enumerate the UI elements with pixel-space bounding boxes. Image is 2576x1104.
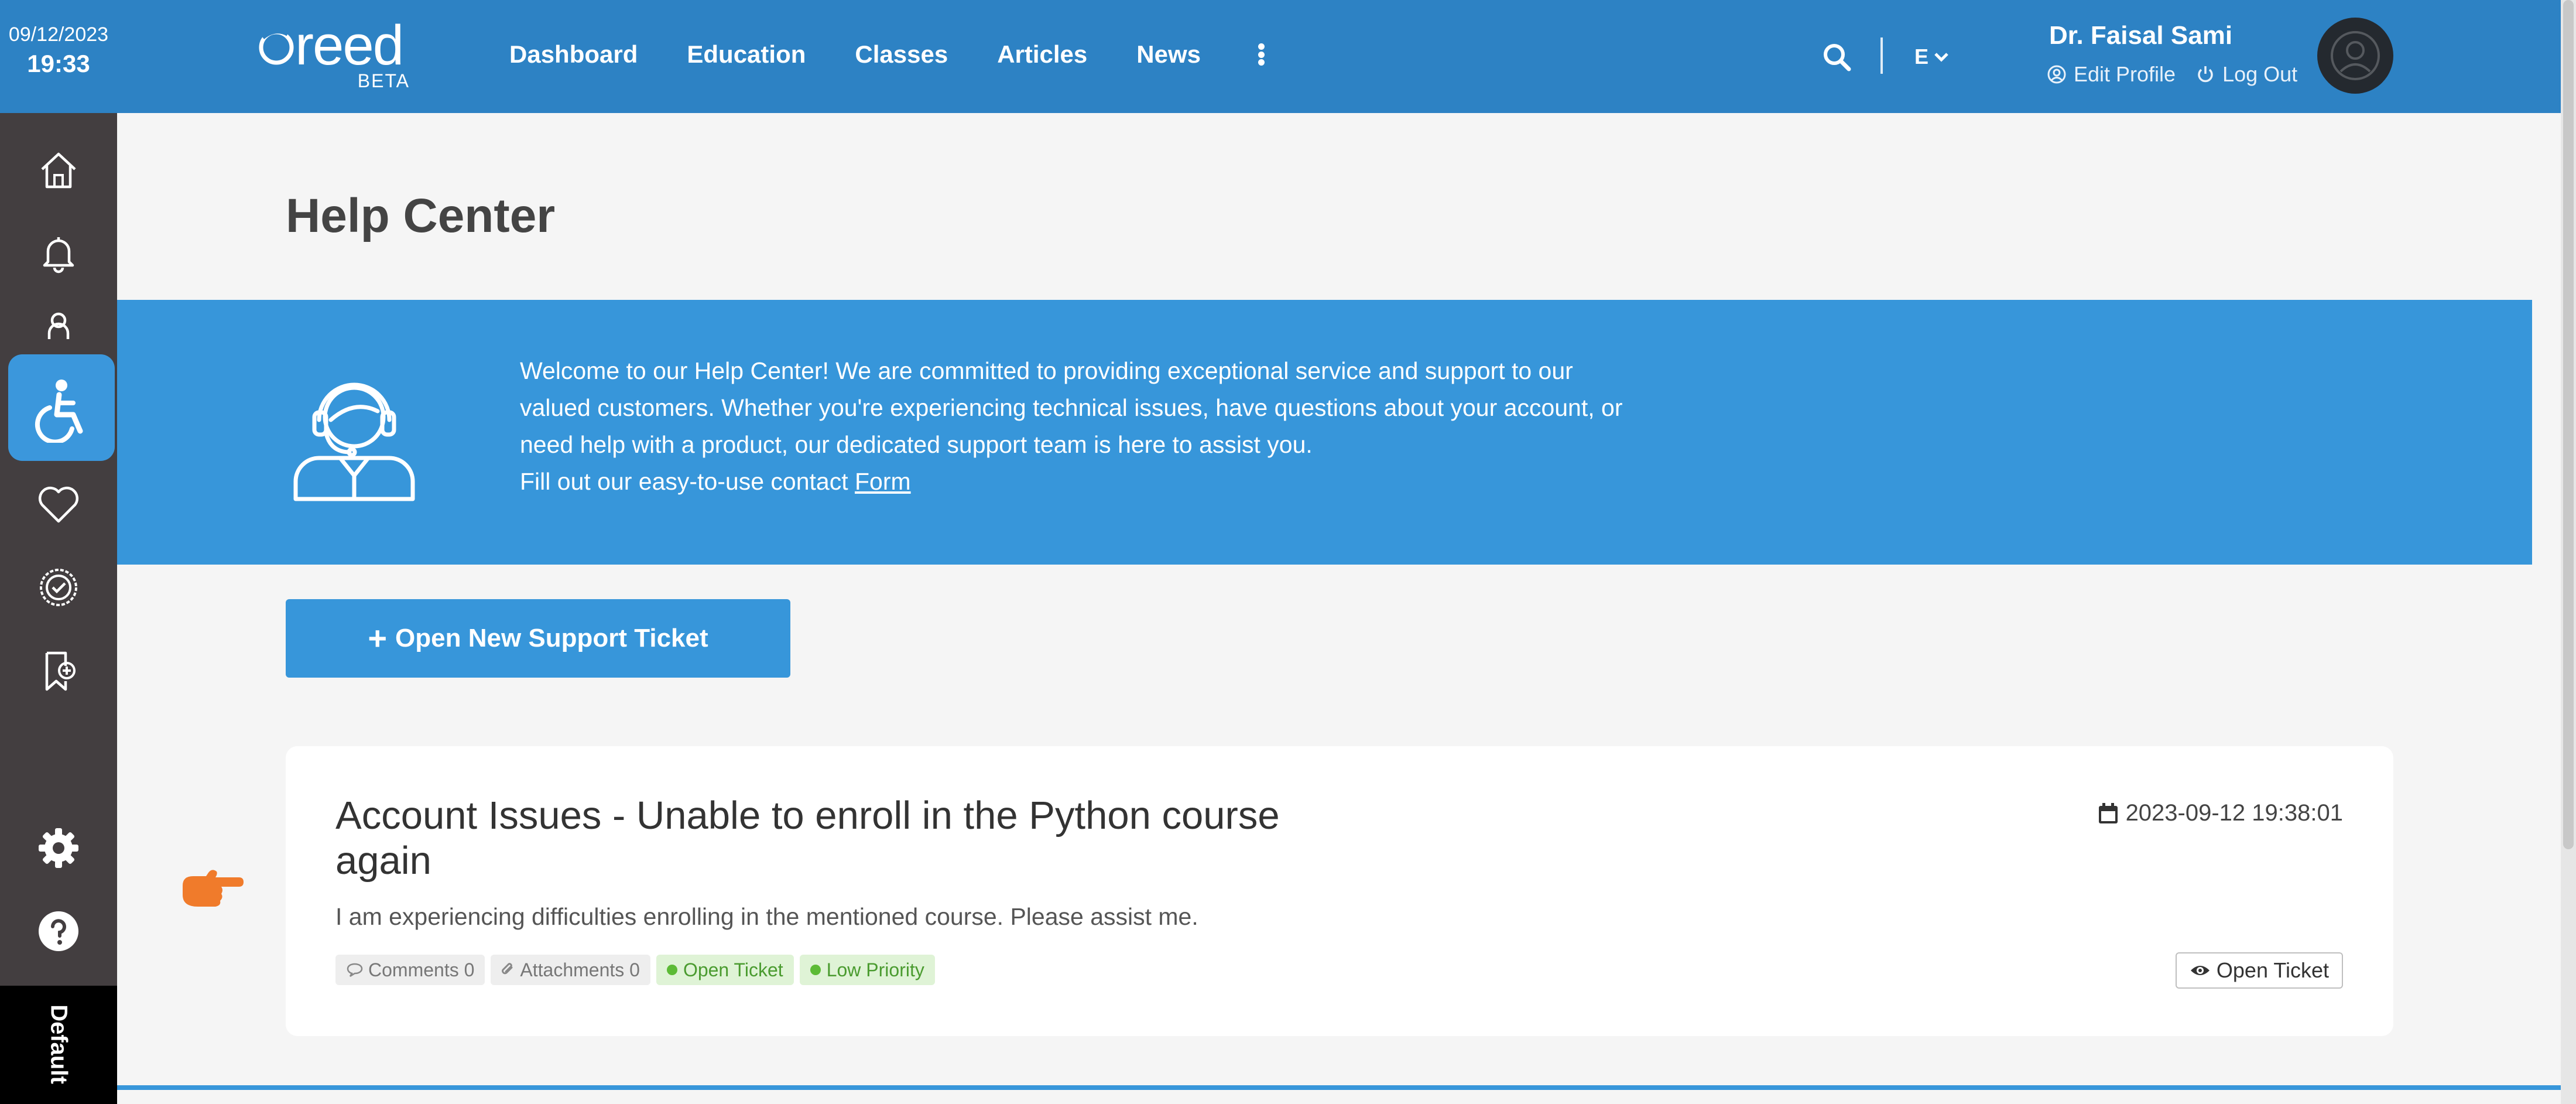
ticket-date: 2023-09-12 19:38:01 <box>2098 800 2343 826</box>
ticket-badges: Comments 0 Attachments 0 Open Ticket Low… <box>335 955 941 985</box>
ticket-title[interactable]: Account Issues - Unable to enroll in the… <box>335 793 1342 883</box>
attachments-count: Attachments 0 <box>520 959 640 980</box>
bookmark-add-icon[interactable] <box>26 638 91 703</box>
calendar-icon <box>2098 802 2118 823</box>
page-scrollbar[interactable] <box>2561 0 2576 1104</box>
beta-badge: BETA <box>357 70 410 91</box>
nav-dashboard[interactable]: Dashboard <box>509 40 638 69</box>
open-ticket-button[interactable]: Open Ticket <box>2175 952 2343 989</box>
language-selector[interactable]: E <box>1914 45 1950 69</box>
home-icon[interactable] <box>26 138 91 203</box>
ticket-card[interactable]: Account Issues - Unable to enroll in the… <box>286 746 2393 1036</box>
hand-pointer-icon <box>180 866 245 915</box>
profile-links: Edit Profile Log Out <box>2047 62 2317 87</box>
power-icon <box>2198 66 2213 83</box>
default-theme-tab[interactable]: Default <box>0 986 117 1104</box>
priority-label: Low Priority <box>826 959 924 980</box>
open-new-ticket-button[interactable]: + Open New Support Ticket <box>286 599 790 678</box>
scrollbar-thumb[interactable] <box>2563 0 2574 849</box>
chevron-down-icon <box>1934 53 1948 62</box>
attachments-badge: Attachments 0 <box>491 955 650 985</box>
logo[interactable]: reed BETA <box>258 18 416 94</box>
eye-icon <box>2190 966 2210 975</box>
user-name: Dr. Faisal Sami <box>2049 21 2233 50</box>
next-card-edge <box>117 1085 2561 1090</box>
status-label: Open Ticket <box>683 959 783 980</box>
logout-link[interactable]: Log Out <box>2195 62 2297 87</box>
nav-news[interactable]: News <box>1136 40 1201 69</box>
contact-form-link[interactable]: Form <box>855 468 911 495</box>
settings-icon[interactable] <box>26 816 91 880</box>
avatar[interactable] <box>2317 18 2393 94</box>
edit-profile-label: Edit Profile <box>2074 62 2176 86</box>
badge-check-icon[interactable] <box>26 555 91 620</box>
help-banner: Welcome to our Help Center! We are commi… <box>117 300 2532 565</box>
comments-badge: Comments 0 <box>335 955 485 985</box>
support-agent-icon <box>293 382 415 501</box>
logo-swirl-icon <box>259 28 294 65</box>
search-icon[interactable] <box>1821 41 1854 74</box>
status-badge: Open Ticket <box>656 955 794 985</box>
heart-icon[interactable] <box>26 471 91 536</box>
top-bar: 09/12/2023 19:33 reed BETA Dashboard Edu… <box>0 0 2576 113</box>
user-avatar-icon <box>2331 31 2380 80</box>
logout-label: Log Out <box>2222 62 2298 86</box>
plus-icon: + <box>368 620 388 657</box>
user-circle-icon <box>2047 65 2066 84</box>
banner-message: Welcome to our Help Center! We are commi… <box>520 357 1623 458</box>
priority-badge: Low Priority <box>799 955 935 985</box>
comments-count: Comments 0 <box>368 959 475 980</box>
more-menu-icon[interactable] <box>1250 40 1273 69</box>
accessibility-icon[interactable] <box>8 354 115 461</box>
banner-cta-text: Fill out our easy-to-use contact <box>520 468 848 495</box>
open-new-ticket-label: Open New Support Ticket <box>395 624 708 652</box>
ticket-description: I am experiencing difficulties enrolling… <box>335 903 1198 930</box>
default-label: Default <box>46 1004 72 1084</box>
header-divider <box>1880 37 1883 74</box>
banner-text-block: Welcome to our Help Center! We are commi… <box>520 353 1632 500</box>
current-date: 09/12/2023 <box>8 23 109 46</box>
priority-dot-icon <box>810 965 821 975</box>
status-dot-icon <box>666 965 677 975</box>
language-code: E <box>1914 45 1929 69</box>
help-icon[interactable] <box>26 899 91 963</box>
page-title: Help Center <box>286 189 556 242</box>
open-ticket-label: Open Ticket <box>2216 958 2329 982</box>
paperclip-icon <box>502 963 513 975</box>
clock: 09/12/2023 19:33 <box>0 23 117 78</box>
comment-icon <box>347 963 363 977</box>
edit-profile-link[interactable]: Edit Profile <box>2047 62 2176 87</box>
bell-icon[interactable] <box>26 221 91 286</box>
nav-education[interactable]: Education <box>687 40 806 69</box>
current-time: 19:33 <box>27 50 90 77</box>
sidebar <box>0 113 117 1104</box>
main-nav: Dashboard Education Classes Articles New… <box>509 40 1273 69</box>
logo-text: reed <box>295 14 404 77</box>
person-icon[interactable] <box>26 305 91 339</box>
nav-classes[interactable]: Classes <box>855 40 948 69</box>
ticket-datetime: 2023-09-12 19:38:01 <box>2125 800 2343 826</box>
nav-articles[interactable]: Articles <box>997 40 1087 69</box>
logo-wordmark: reed <box>258 18 416 74</box>
